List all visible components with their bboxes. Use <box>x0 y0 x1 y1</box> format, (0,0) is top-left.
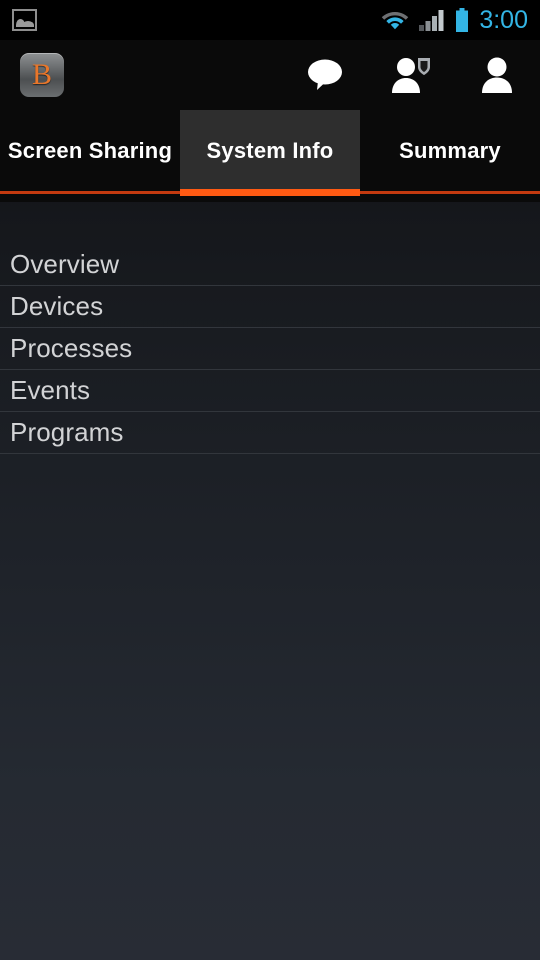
action-bar-buttons <box>282 40 540 110</box>
tab-active-indicator <box>180 189 360 196</box>
person-shield-icon <box>390 56 432 94</box>
list-item-programs[interactable]: Programs <box>0 412 540 454</box>
status-bar-notifications <box>12 9 37 31</box>
wifi-icon <box>381 9 409 31</box>
status-bar: 3:00 <box>0 0 540 40</box>
list-item-events[interactable]: Events <box>0 370 540 412</box>
battery-icon <box>455 8 469 32</box>
cell-signal-icon <box>419 9 445 31</box>
tab-system-info[interactable]: System Info <box>180 110 360 192</box>
list-item-processes[interactable]: Processes <box>0 328 540 370</box>
action-bar: B <box>0 40 540 110</box>
tab-summary[interactable]: Summary <box>360 110 540 192</box>
gallery-icon <box>12 9 37 31</box>
status-bar-system-icons: 3:00 <box>381 5 532 34</box>
status-bar-clock: 3:00 <box>479 5 528 34</box>
app-screen: 3:00 B Screen Sharing System Info Summar… <box>0 0 540 960</box>
app-logo-letter: B <box>31 58 52 91</box>
person-icon <box>478 56 516 94</box>
app-logo[interactable]: B <box>20 53 64 97</box>
system-info-list: Overview Devices Processes Events Progra… <box>0 202 540 454</box>
tab-bar: Screen Sharing System Info Summary <box>0 110 540 202</box>
list-item-devices[interactable]: Devices <box>0 286 540 328</box>
chat-icon <box>305 57 345 93</box>
tab-screen-sharing[interactable]: Screen Sharing <box>0 110 180 192</box>
customer-button[interactable] <box>454 40 540 110</box>
chat-button[interactable] <box>282 40 368 110</box>
list-item-overview[interactable]: Overview <box>0 244 540 286</box>
supporter-button[interactable] <box>368 40 454 110</box>
